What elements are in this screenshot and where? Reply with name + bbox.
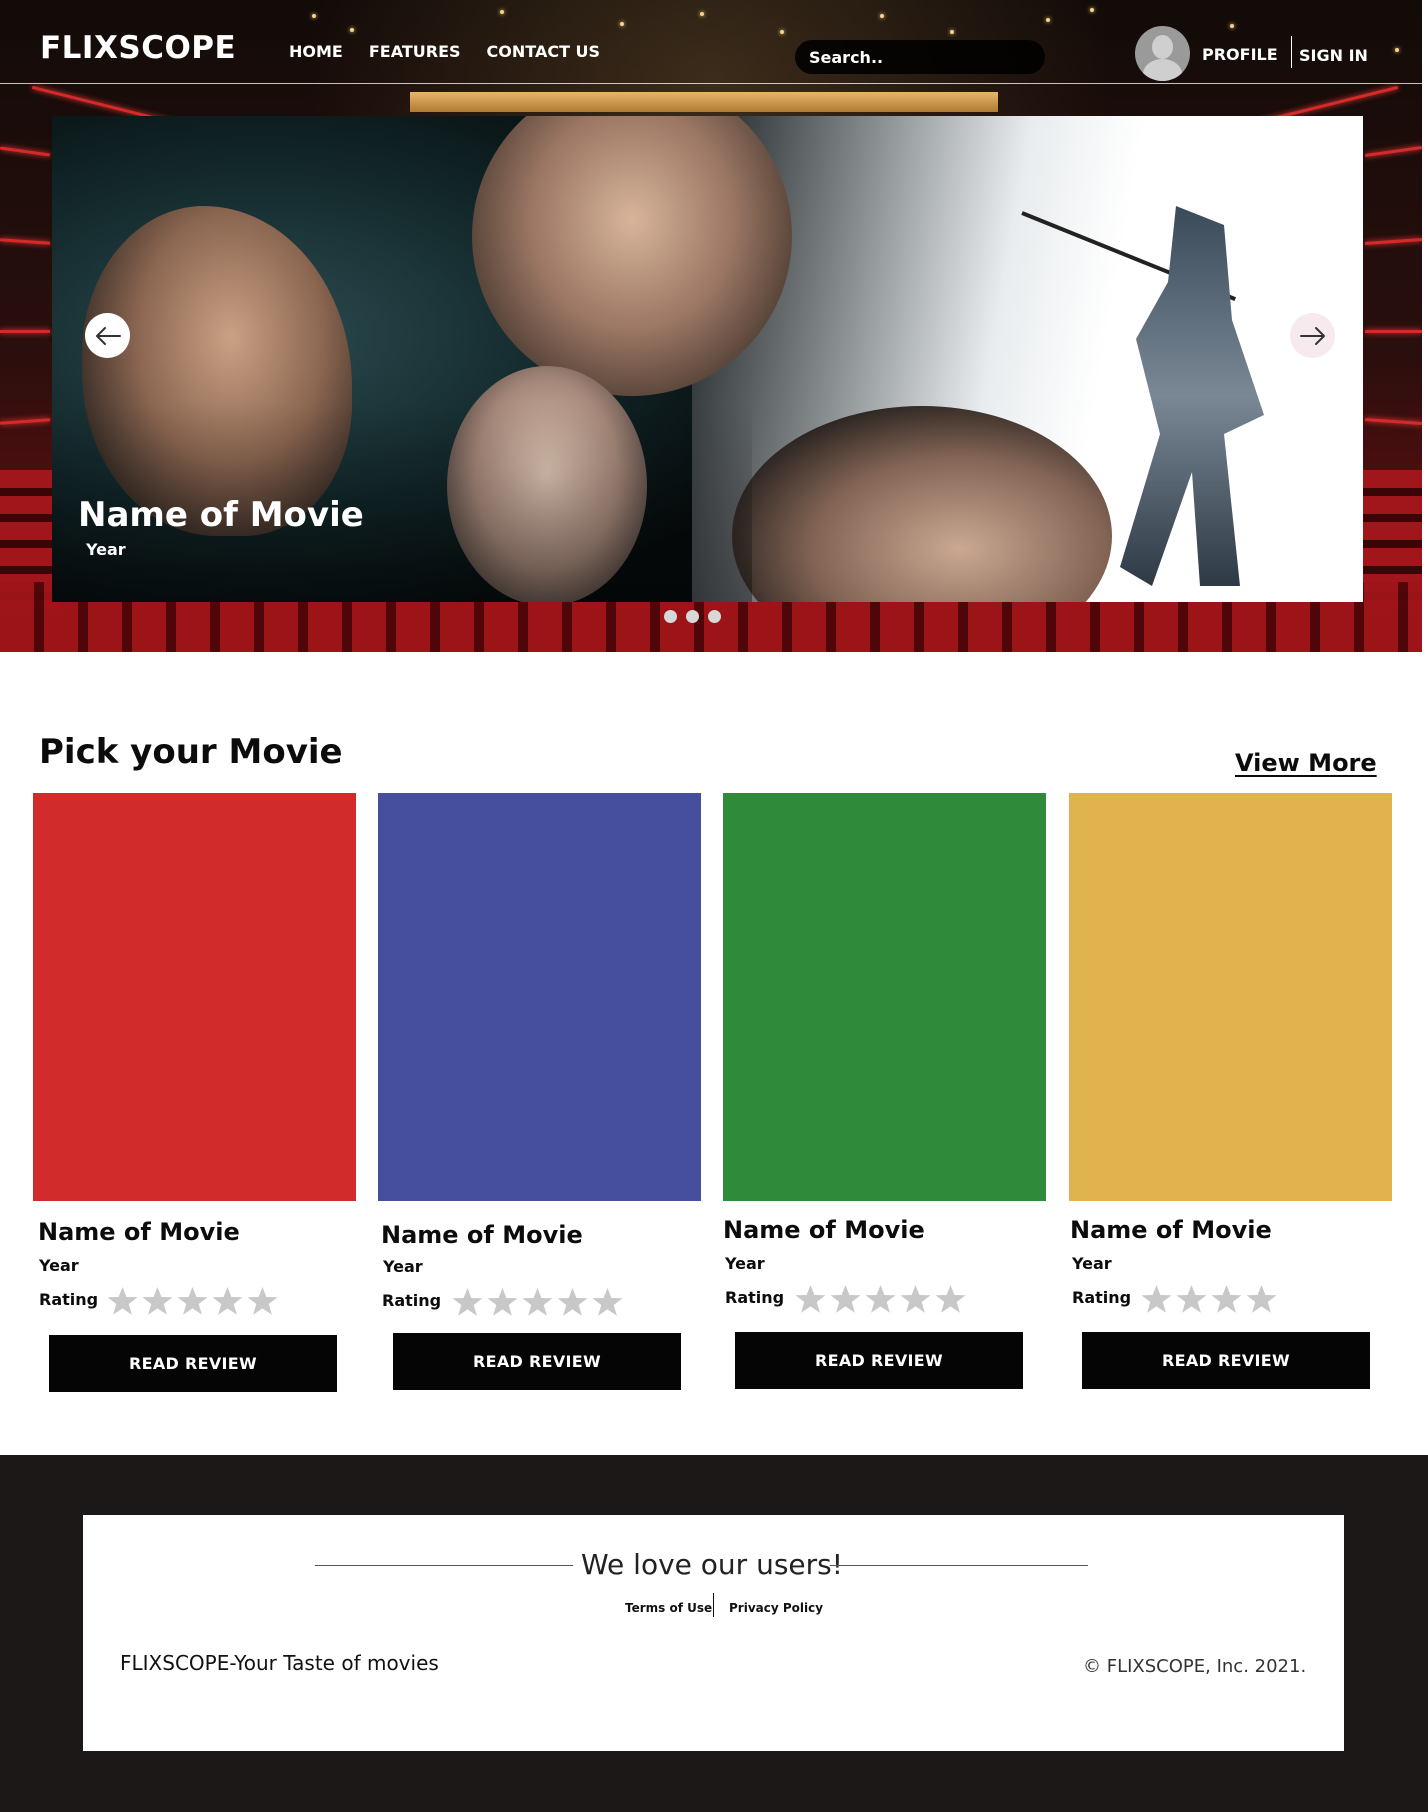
avatar[interactable] xyxy=(1135,26,1190,81)
nav-features[interactable]: FEATURES xyxy=(369,42,461,61)
arrow-left-icon xyxy=(95,326,121,345)
terms-of-use-link[interactable]: Terms of Use xyxy=(625,1601,712,1615)
main-nav: HOME FEATURES CONTACT US xyxy=(289,42,626,61)
movie-poster[interactable] xyxy=(1069,793,1392,1201)
movie-year: Year xyxy=(1072,1254,1112,1273)
star-icon[interactable] xyxy=(141,1286,174,1316)
movie-card: Name of Movie Year Rating READ REVIEW xyxy=(1069,793,1392,1389)
star-icon[interactable] xyxy=(1210,1284,1243,1314)
movie-year: Year xyxy=(725,1254,765,1273)
star-icon[interactable] xyxy=(486,1287,519,1317)
divider-line xyxy=(830,1565,1088,1566)
rating-label: Rating xyxy=(382,1291,442,1310)
carousel-pagination xyxy=(664,610,721,623)
carousel-dot[interactable] xyxy=(664,610,677,623)
star-icon[interactable] xyxy=(106,1286,139,1316)
star-rating xyxy=(106,1286,279,1316)
movie-card: Name of Movie Year Rating READ REVIEW xyxy=(378,793,701,1390)
star-icon[interactable] xyxy=(556,1287,589,1317)
view-more-link[interactable]: View More xyxy=(1235,749,1377,777)
star-icon[interactable] xyxy=(451,1287,484,1317)
star-rating xyxy=(1140,1284,1278,1314)
movie-poster[interactable] xyxy=(378,793,701,1201)
read-review-button[interactable]: READ REVIEW xyxy=(735,1332,1023,1389)
featured-movie-title: Name of Movie xyxy=(78,495,364,535)
movie-poster[interactable] xyxy=(723,793,1046,1201)
footer-panel: We love our users! Terms of Use Privacy … xyxy=(83,1515,1344,1751)
nav-divider xyxy=(1291,36,1292,68)
footer-tagline: We love our users! xyxy=(581,1548,843,1581)
hero-banner: Name of Movie Year FLIXSCOPE HOME FEATUR… xyxy=(0,0,1422,652)
star-icon[interactable] xyxy=(521,1287,554,1317)
star-icon[interactable] xyxy=(829,1284,862,1314)
movie-title: Name of Movie xyxy=(723,1216,925,1244)
movie-year: Year xyxy=(39,1256,79,1275)
brand-logo[interactable]: FLIXSCOPE xyxy=(40,30,236,66)
footer: We love our users! Terms of Use Privacy … xyxy=(0,1455,1428,1812)
read-review-button[interactable]: READ REVIEW xyxy=(393,1333,681,1390)
nav-contact-us[interactable]: CONTACT US xyxy=(487,42,601,61)
arrow-right-icon xyxy=(1299,326,1325,345)
top-navbar: FLIXSCOPE HOME FEATURES CONTACT US PROFI… xyxy=(0,0,1422,84)
rating-label: Rating xyxy=(39,1290,99,1309)
movie-title: Name of Movie xyxy=(381,1221,583,1249)
star-icon[interactable] xyxy=(864,1284,897,1314)
movie-card: Name of Movie Year Rating READ REVIEW xyxy=(33,793,356,1392)
carousel-next-button[interactable] xyxy=(1290,313,1335,358)
movie-card: Name of Movie Year Rating READ REVIEW xyxy=(723,793,1046,1389)
copyright: © FLIXSCOPE, Inc. 2021. xyxy=(1083,1656,1307,1677)
movie-title: Name of Movie xyxy=(1070,1216,1272,1244)
footer-divider xyxy=(713,1593,714,1617)
carousel-dot[interactable] xyxy=(708,610,721,623)
star-icon[interactable] xyxy=(211,1286,244,1316)
star-icon[interactable] xyxy=(591,1287,624,1317)
profile-link[interactable]: PROFILE xyxy=(1202,45,1278,64)
read-review-button[interactable]: READ REVIEW xyxy=(1082,1332,1370,1389)
featured-movie-year: Year xyxy=(86,540,126,559)
star-icon[interactable] xyxy=(1245,1284,1278,1314)
star-rating xyxy=(794,1284,967,1314)
star-icon[interactable] xyxy=(246,1286,279,1316)
read-review-button[interactable]: READ REVIEW xyxy=(49,1335,337,1392)
star-icon[interactable] xyxy=(794,1284,827,1314)
divider-line xyxy=(315,1565,573,1566)
star-icon[interactable] xyxy=(899,1284,932,1314)
rating-label: Rating xyxy=(1072,1288,1132,1307)
star-icon[interactable] xyxy=(176,1286,209,1316)
movie-title: Name of Movie xyxy=(38,1218,240,1246)
star-rating xyxy=(451,1287,624,1317)
movie-year: Year xyxy=(383,1257,423,1276)
carousel-dot[interactable] xyxy=(686,610,699,623)
star-icon[interactable] xyxy=(934,1284,967,1314)
movie-poster[interactable] xyxy=(33,793,356,1201)
sign-in-link[interactable]: SIGN IN xyxy=(1299,46,1368,65)
carousel-prev-button[interactable] xyxy=(85,313,130,358)
section-heading: Pick your Movie xyxy=(39,732,343,772)
nav-home[interactable]: HOME xyxy=(289,42,343,61)
footer-brand: FLIXSCOPE-Your Taste of movies xyxy=(120,1651,439,1675)
rating-label: Rating xyxy=(725,1288,785,1307)
star-icon[interactable] xyxy=(1140,1284,1173,1314)
cinema-screen-glow xyxy=(410,92,998,112)
search-input[interactable] xyxy=(809,47,1029,67)
star-icon[interactable] xyxy=(1175,1284,1208,1314)
user-icon xyxy=(1152,35,1173,59)
search-bar xyxy=(795,40,1045,74)
privacy-policy-link[interactable]: Privacy Policy xyxy=(729,1601,823,1615)
